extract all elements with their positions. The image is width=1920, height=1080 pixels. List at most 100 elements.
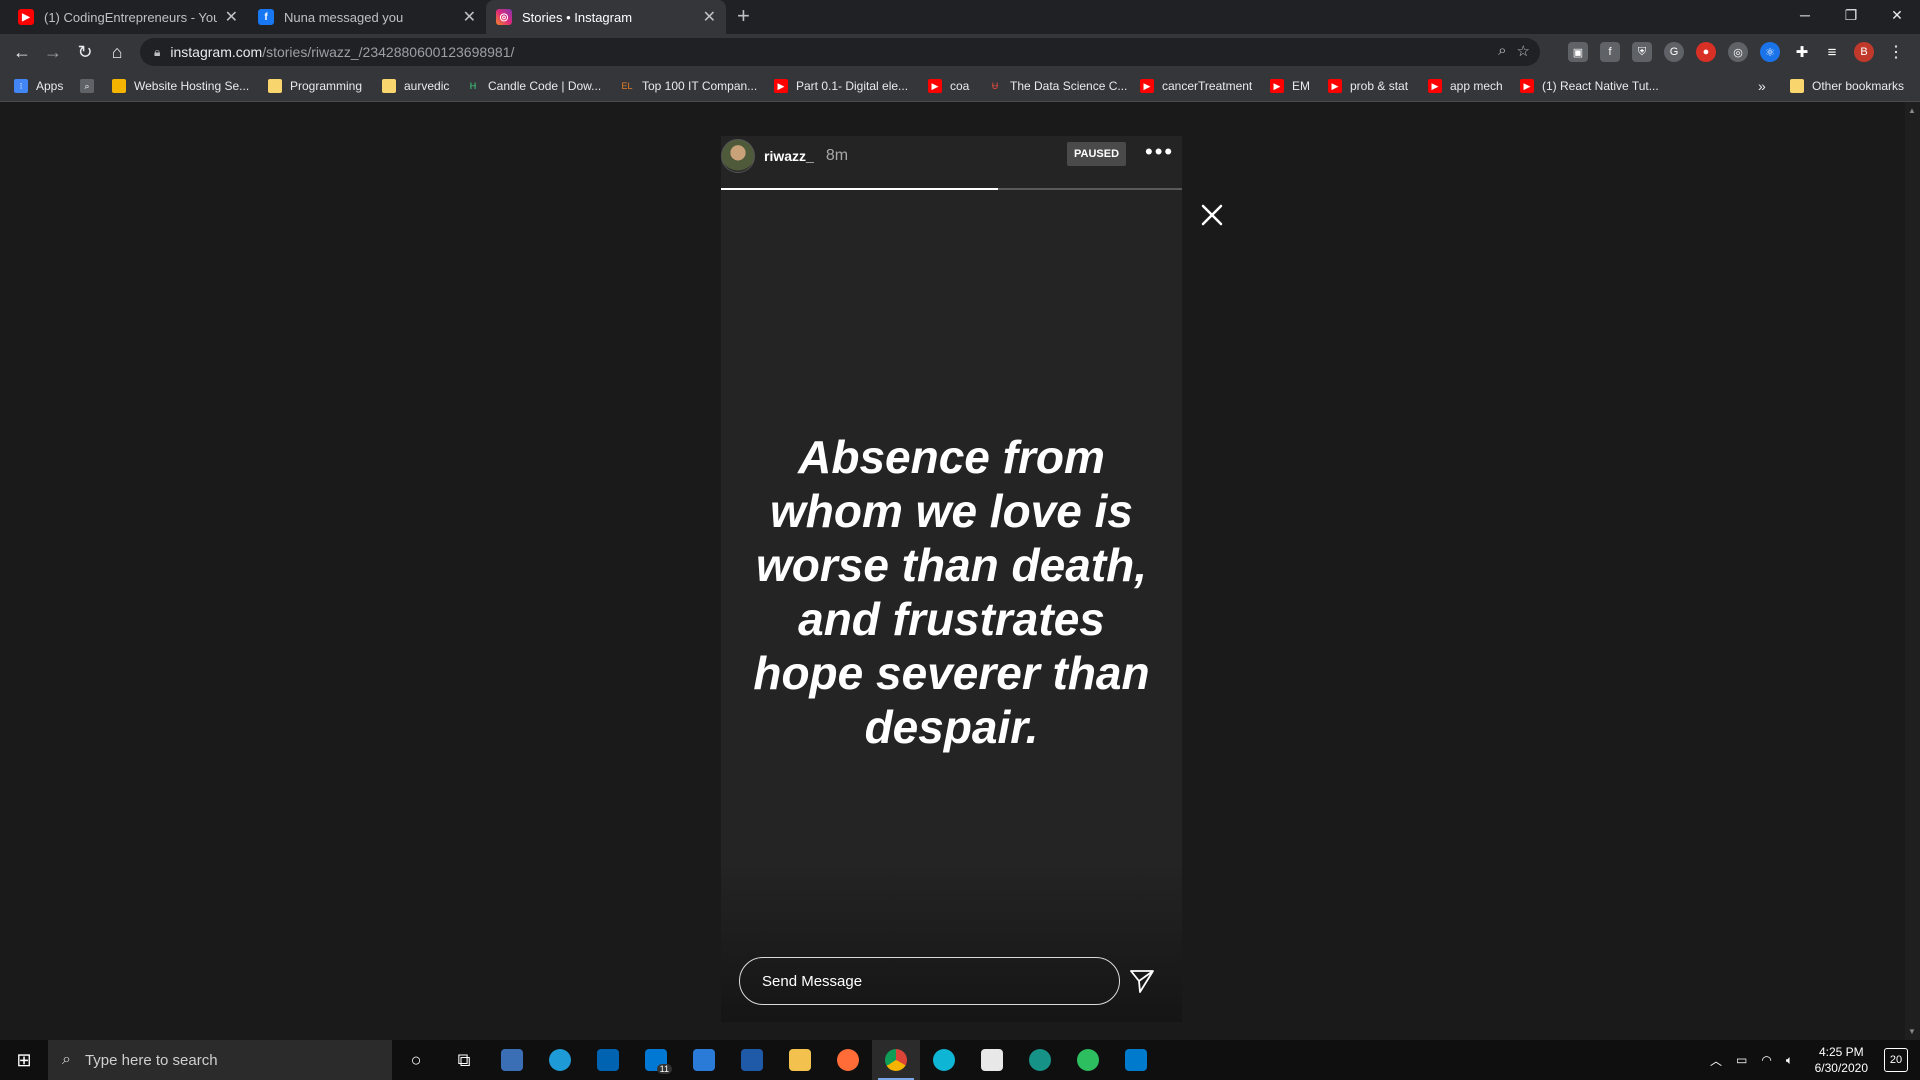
tab-title: Nuna messaged you bbox=[284, 9, 404, 25]
tab-facebook[interactable]: f Nuna messaged you ✕ bbox=[248, 0, 486, 34]
target-extension-icon[interactable]: ◎ bbox=[1728, 42, 1748, 62]
bookmark-top100[interactable]: EL Top 100 IT Compan... bbox=[620, 70, 757, 102]
bookmark-apps[interactable]: ⁝ Apps bbox=[14, 70, 63, 102]
mail-badge: 11 bbox=[656, 1064, 672, 1074]
extension-icon[interactable]: ▣ bbox=[1568, 42, 1588, 62]
youtube-icon: ▶ bbox=[1270, 79, 1284, 93]
close-tab-icon[interactable]: ✕ bbox=[463, 7, 476, 27]
media-control-icon[interactable]: ≡ bbox=[1822, 42, 1842, 62]
postman-icon[interactable] bbox=[824, 1040, 872, 1080]
mail-icon[interactable]: 11 bbox=[632, 1040, 680, 1080]
youtube-icon: ▶ bbox=[928, 79, 942, 93]
calculator-icon[interactable] bbox=[728, 1040, 776, 1080]
browser-chrome: ▶ (1) CodingEntrepreneurs - YouTu ✕ f Nu… bbox=[0, 0, 1920, 102]
hosting-icon bbox=[112, 79, 126, 93]
youtube-icon: ▶ bbox=[774, 79, 788, 93]
bookmark-digital-ele[interactable]: ▶ Part 0.1- Digital ele... bbox=[774, 70, 908, 102]
instagram-icon: ◎ bbox=[496, 9, 512, 25]
message-placeholder: Send Message bbox=[762, 972, 863, 990]
react-extension-icon[interactable]: ⚛ bbox=[1760, 42, 1780, 62]
facebook-extension-icon[interactable]: f bbox=[1600, 42, 1620, 62]
avatar[interactable] bbox=[721, 139, 755, 173]
tab-instagram[interactable]: ◎ Stories • Instagram ✕ bbox=[486, 0, 726, 34]
taskbar-clock[interactable]: 4:25 PM 6/30/2020 bbox=[1815, 1044, 1868, 1076]
bookmark-aurvedic[interactable]: aurvedic bbox=[382, 70, 449, 102]
tab-youtube[interactable]: ▶ (1) CodingEntrepreneurs - YouTu ✕ bbox=[8, 0, 248, 34]
hex-app-icon[interactable] bbox=[968, 1040, 1016, 1080]
windows-start-icon[interactable]: ⊞ bbox=[0, 1040, 48, 1080]
taskbar-search-input[interactable]: ⌕ Type here to search bbox=[48, 1040, 392, 1080]
back-button[interactable]: ← bbox=[10, 40, 34, 64]
folder-icon bbox=[1790, 79, 1804, 93]
store-icon[interactable] bbox=[584, 1040, 632, 1080]
edge-dev-icon[interactable] bbox=[920, 1040, 968, 1080]
bookmark-coa[interactable]: ▶ coa bbox=[928, 70, 969, 102]
puzzle-extensions-icon[interactable]: ✚ bbox=[1792, 42, 1812, 62]
story-quote-text: Absence from whom we love is worse than … bbox=[753, 431, 1150, 753]
cortana-icon[interactable]: ○ bbox=[392, 1040, 440, 1080]
zoom-icon[interactable]: ⌕ bbox=[1498, 42, 1506, 60]
profile-avatar[interactable]: B bbox=[1854, 42, 1874, 62]
bookmark-cancer-treatment[interactable]: ▶ cancerTreatment bbox=[1140, 70, 1252, 102]
red-extension-icon[interactable]: ● bbox=[1696, 42, 1716, 62]
forward-button[interactable]: → bbox=[41, 40, 65, 64]
new-tab-button[interactable]: + bbox=[737, 3, 750, 29]
restore-button[interactable]: ❐ bbox=[1828, 0, 1874, 30]
bookmark-prob-stat[interactable]: ▶ prob & stat bbox=[1328, 70, 1408, 102]
bookmark-programming[interactable]: Programming bbox=[268, 70, 362, 102]
folder-icon bbox=[268, 79, 282, 93]
el-icon: EL bbox=[621, 81, 633, 91]
home-button[interactable]: ⌂ bbox=[105, 40, 129, 64]
more-options-icon[interactable]: ••• bbox=[1145, 140, 1174, 164]
chrome-icon[interactable] bbox=[872, 1040, 920, 1080]
shield-extension-icon[interactable]: ⛨ bbox=[1632, 42, 1652, 62]
bookmark-data-science[interactable]: Ʉ The Data Science C... bbox=[988, 70, 1128, 102]
youtube-icon: ▶ bbox=[1520, 79, 1534, 93]
page-scrollbar[interactable]: ▲ ▼ bbox=[1905, 102, 1920, 1040]
grammarly-extension-icon[interactable]: G bbox=[1664, 42, 1684, 62]
bookmark-app-mech[interactable]: ▶ app mech bbox=[1428, 70, 1503, 102]
tab-bar: ▶ (1) CodingEntrepreneurs - YouTu ✕ f Nu… bbox=[0, 0, 1920, 34]
system-tray: ︿ ▭ ◠ 🔈︎ bbox=[1710, 1040, 1793, 1080]
close-tab-icon[interactable]: ✕ bbox=[225, 7, 238, 27]
close-tab-icon[interactable]: ✕ bbox=[703, 7, 716, 27]
minimize-button[interactable]: ─ bbox=[1782, 0, 1828, 30]
bookmark-react-native[interactable]: ▶ (1) React Native Tut... bbox=[1520, 70, 1659, 102]
evernote-icon[interactable] bbox=[1064, 1040, 1112, 1080]
browser-toolbar: ← → ↻ ⌂ 🔒︎ instagram.com/stories/riwazz_… bbox=[0, 34, 1920, 70]
youtube-icon: ▶ bbox=[1328, 79, 1342, 93]
bookmarks-overflow-button[interactable]: » bbox=[1758, 70, 1766, 102]
gitkraken-icon[interactable] bbox=[1016, 1040, 1064, 1080]
edge-icon[interactable] bbox=[536, 1040, 584, 1080]
reload-button[interactable]: ↻ bbox=[73, 40, 97, 64]
bookmark-search[interactable]: ⌕ bbox=[80, 70, 102, 102]
notifications-icon[interactable]: 20 bbox=[1884, 1048, 1908, 1072]
scroll-down-icon[interactable]: ▼ bbox=[1908, 1027, 1916, 1036]
close-window-button[interactable]: ✕ bbox=[1874, 0, 1920, 30]
file-explorer-icon[interactable] bbox=[776, 1040, 824, 1080]
bookmark-star-icon[interactable]: ☆ bbox=[1517, 42, 1530, 60]
send-message-input[interactable]: Send Message bbox=[739, 957, 1120, 1005]
browser-menu-icon[interactable]: ⋮ bbox=[1886, 42, 1906, 62]
address-bar[interactable]: 🔒︎ instagram.com/stories/riwazz_/2342880… bbox=[140, 38, 1540, 66]
bookmark-candle-code[interactable]: H Candle Code | Dow... bbox=[466, 70, 601, 102]
photos-icon[interactable] bbox=[680, 1040, 728, 1080]
story-time: 8m bbox=[825, 147, 849, 164]
tray-overflow-icon[interactable]: ︿ bbox=[1710, 1052, 1722, 1069]
story-progress-bar bbox=[721, 188, 1182, 190]
volume-icon[interactable]: 🔈︎ bbox=[1786, 1053, 1793, 1068]
virtualbox-icon[interactable] bbox=[488, 1040, 536, 1080]
scroll-up-icon[interactable]: ▲ bbox=[1908, 106, 1916, 115]
bookmark-hosting[interactable]: Website Hosting Se... bbox=[112, 70, 249, 102]
youtube-icon: ▶ bbox=[1428, 79, 1442, 93]
bookmarks-bar: ⁝ Apps ⌕ Website Hosting Se... Programmin… bbox=[0, 70, 1920, 102]
wifi-icon[interactable]: ◠ bbox=[1761, 1053, 1771, 1067]
close-icon[interactable] bbox=[1197, 200, 1227, 230]
other-bookmarks[interactable]: Other bookmarks bbox=[1790, 70, 1904, 102]
bookmark-em[interactable]: ▶ EM bbox=[1270, 70, 1310, 102]
story-username[interactable]: riwazz_ bbox=[764, 148, 814, 164]
send-icon[interactable] bbox=[1128, 967, 1156, 995]
battery-icon[interactable]: ▭ bbox=[1736, 1053, 1747, 1067]
task-view-icon[interactable]: ⧉ bbox=[440, 1040, 488, 1080]
vscode-icon[interactable] bbox=[1112, 1040, 1160, 1080]
